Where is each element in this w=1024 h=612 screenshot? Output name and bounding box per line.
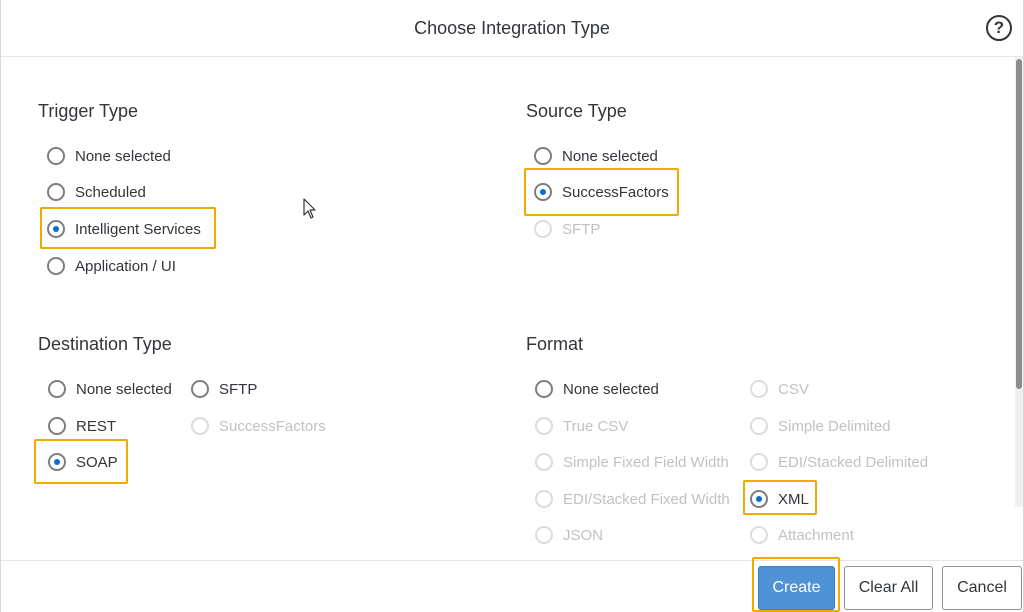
mouse-cursor-icon — [303, 198, 316, 219]
destination-option-none-selected[interactable]: None selected — [48, 377, 172, 401]
help-icon[interactable]: ? — [986, 15, 1012, 41]
option-label: SFTP — [219, 380, 258, 398]
radio-icon[interactable] — [47, 147, 65, 165]
option-label: None selected — [563, 380, 659, 398]
radio-icon — [535, 417, 553, 435]
format-option-simple-fixed-field-width: Simple Fixed Field Width — [535, 450, 729, 474]
format-option-none-selected[interactable]: None selected — [535, 377, 659, 401]
trigger-option-intelligent-services[interactable]: Intelligent Services — [47, 217, 201, 241]
destination-type-title: Destination Type — [38, 334, 172, 354]
dialog-header: Choose Integration Type ? — [1, 0, 1023, 57]
format-option-csv: CSV — [750, 377, 809, 401]
option-label: EDI/Stacked Fixed Width — [563, 490, 730, 508]
format-option-true-csv: True CSV — [535, 414, 628, 438]
source-type-title: Source Type — [526, 101, 627, 121]
clear-all-button[interactable]: Clear All — [844, 566, 933, 610]
radio-icon[interactable] — [48, 417, 66, 435]
option-label: EDI/Stacked Delimited — [778, 453, 929, 471]
source-option-none-selected[interactable]: None selected — [534, 144, 658, 168]
option-label: Scheduled — [75, 183, 146, 201]
trigger-option-application-ui[interactable]: Application / UI — [47, 254, 176, 278]
create-button[interactable]: Create — [758, 566, 835, 610]
option-label: SuccessFactors — [562, 183, 669, 201]
format-option-xml[interactable]: XML — [750, 487, 809, 511]
option-label: REST — [76, 417, 117, 435]
source-option-sftp: SFTP — [534, 217, 600, 241]
scrollbar-thumb[interactable] — [1016, 59, 1022, 389]
radio-selected-icon[interactable] — [48, 453, 66, 471]
cancel-button[interactable]: Cancel — [942, 566, 1022, 610]
radio-icon[interactable] — [47, 257, 65, 275]
radio-selected-icon[interactable] — [534, 183, 552, 201]
radio-icon[interactable] — [534, 147, 552, 165]
radio-icon[interactable] — [47, 183, 65, 201]
option-label: CSV — [778, 380, 809, 398]
radio-icon — [535, 453, 553, 471]
choose-integration-type-dialog: Choose Integration Type ? Trigger Type N… — [0, 0, 1024, 612]
vertical-scrollbar[interactable] — [1015, 57, 1023, 507]
option-label: Intelligent Services — [75, 220, 201, 238]
destination-option-successfactors: SuccessFactors — [191, 414, 326, 438]
radio-selected-icon[interactable] — [750, 490, 768, 508]
source-option-successfactors[interactable]: SuccessFactors — [534, 180, 669, 204]
format-option-simple-delimited: Simple Delimited — [750, 414, 891, 438]
option-label: None selected — [75, 147, 171, 165]
option-label: True CSV — [563, 417, 629, 435]
format-option-edi-stacked-fixed-width: EDI/Stacked Fixed Width — [535, 487, 730, 511]
format-option-json: JSON — [535, 523, 603, 547]
radio-icon[interactable] — [48, 380, 66, 398]
option-label: None selected — [562, 147, 658, 165]
radio-icon — [191, 417, 209, 435]
option-label: None selected — [76, 380, 172, 398]
option-label: Application / UI — [75, 257, 176, 275]
option-label: XML — [778, 490, 809, 508]
radio-icon — [535, 526, 553, 544]
radio-icon[interactable] — [191, 380, 209, 398]
option-label: Simple Delimited — [778, 417, 891, 435]
option-label: JSON — [563, 526, 604, 544]
destination-option-sftp[interactable]: SFTP — [191, 377, 257, 401]
format-title: Format — [526, 334, 584, 354]
destination-option-soap[interactable]: SOAP — [48, 450, 118, 474]
format-option-edi-stacked-delimited: EDI/Stacked Delimited — [750, 450, 928, 474]
option-label: SFTP — [562, 220, 601, 238]
option-label: SuccessFactors — [219, 417, 326, 435]
radio-icon — [750, 453, 768, 471]
option-label: Simple Fixed Field Width — [563, 453, 729, 471]
radio-icon — [750, 417, 768, 435]
trigger-option-none-selected[interactable]: None selected — [47, 144, 171, 168]
radio-icon — [750, 380, 768, 398]
radio-icon — [534, 220, 552, 238]
option-label: SOAP — [76, 453, 118, 471]
radio-icon[interactable] — [535, 380, 553, 398]
trigger-type-title: Trigger Type — [38, 101, 139, 121]
radio-selected-icon[interactable] — [47, 220, 65, 238]
destination-option-rest[interactable]: REST — [48, 414, 116, 438]
format-option-attachment: Attachment — [750, 523, 854, 547]
option-label: Attachment — [778, 526, 854, 544]
radio-icon — [535, 490, 553, 508]
trigger-option-scheduled[interactable]: Scheduled — [47, 180, 146, 204]
dialog-title: Choose Integration Type — [414, 18, 610, 38]
radio-icon — [750, 526, 768, 544]
